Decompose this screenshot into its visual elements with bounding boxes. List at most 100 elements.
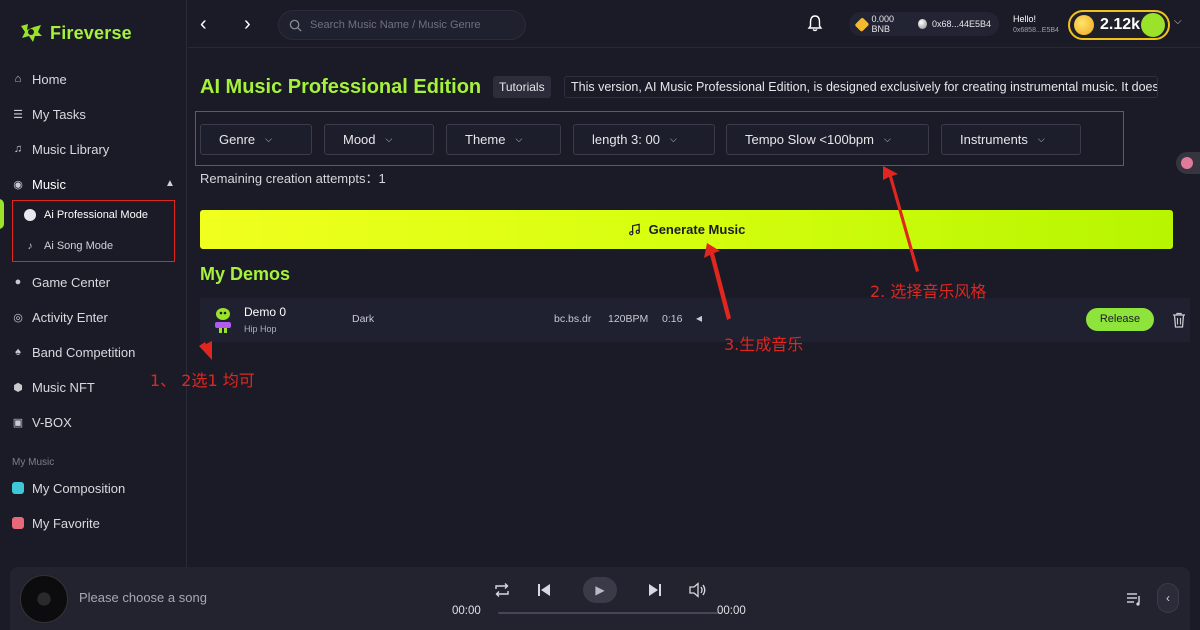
sidebar-item-label: Music Library: [32, 141, 110, 157]
edition-description: This version, AI Music Professional Edit…: [564, 76, 1158, 98]
floating-helper-icon[interactable]: [1176, 152, 1200, 174]
coin-value: 2.12k: [1100, 16, 1141, 33]
bnb-balance: 0.000 BNB: [871, 14, 895, 34]
coin-icon: [1074, 15, 1094, 35]
bnb-icon: [854, 16, 870, 32]
chevron-down-icon[interactable]: ⌵: [1174, 16, 1182, 27]
annotation-step-1: 1、 2选1 均可: [150, 371, 255, 390]
trash-icon[interactable]: [1172, 312, 1186, 328]
coin-balance[interactable]: 2.12k: [1068, 10, 1170, 40]
demo-tag: bc.bs.dr: [554, 313, 592, 325]
back-arrow-icon[interactable]: ‹: [200, 14, 207, 34]
annotation-step-2: 2. 选择音乐风格: [870, 282, 987, 301]
home-icon: ⌂: [14, 73, 22, 85]
sidebar-item-label: V-BOX: [32, 414, 72, 430]
globe-icon: ◎: [13, 311, 23, 324]
active-indicator: [0, 199, 4, 229]
topbar: ‹ › 0.000 BNB 0x68...44E5B4 Hello! 0x685…: [188, 0, 1200, 48]
wallet-pill[interactable]: 0.000 BNB 0x68...44E5B4: [849, 12, 999, 36]
trophy-icon: ♠: [15, 346, 21, 358]
sidebar-item-music[interactable]: ◉ Music: [12, 172, 66, 196]
volume-icon[interactable]: [689, 582, 707, 598]
annotation-box-filters: [195, 111, 1124, 166]
player-placeholder: Please choose a song: [79, 590, 207, 605]
playlist-icon[interactable]: [1126, 591, 1142, 607]
user-address: 0x6858...E5B4: [1013, 27, 1059, 34]
demo-duration: 0:16: [662, 313, 683, 325]
logo[interactable]: Fireverse: [18, 22, 132, 44]
sidebar: Fireverse ⌂ Home ☰ My Tasks ♫ Music Libr…: [0, 0, 187, 630]
sidebar-item-label: Game Center: [32, 274, 111, 290]
fireverse-logo-icon: [21, 24, 42, 42]
demo-genre: Hip Hop: [244, 324, 277, 334]
collapse-button[interactable]: ‹: [1157, 583, 1179, 613]
sidebar-item-my-tasks[interactable]: ☰ My Tasks: [12, 102, 86, 126]
wallet-address: 0x68...44E5B4: [931, 19, 991, 29]
release-button[interactable]: Release: [1086, 308, 1154, 331]
progress-track[interactable]: [498, 612, 722, 614]
sidebar-item-label: My Tasks: [32, 106, 86, 122]
demo-mood: Dark: [352, 313, 375, 325]
music-disc-icon: ◉: [13, 178, 23, 191]
previous-icon[interactable]: [537, 583, 551, 597]
sidebar-item-my-favorite[interactable]: My Favorite: [12, 511, 100, 535]
play-icon: ▶: [595, 583, 605, 597]
tasks-icon: ☰: [13, 108, 23, 121]
vinyl-disc-icon: [20, 575, 68, 623]
tutorials-button[interactable]: Tutorials: [493, 76, 551, 98]
demo-bpm: 120BPM: [608, 313, 649, 325]
sidebar-item-label: Music NFT: [32, 379, 95, 395]
sidebar-item-band-competition[interactable]: ♠ Band Competition: [12, 340, 135, 364]
wallet-avatar-icon: [918, 19, 927, 29]
greeting-text: Hello!: [1013, 14, 1037, 24]
generate-music-label: Generate Music: [648, 222, 746, 237]
user-greeting: Hello! 0x6858...E5B4: [1013, 13, 1059, 37]
chevron-up-icon[interactable]: ▲: [165, 178, 175, 189]
sidebar-item-label: Band Competition: [32, 344, 136, 360]
sidebar-item-game-center[interactable]: ● Game Center: [12, 270, 110, 294]
section-label-my-music: My Music: [12, 457, 55, 468]
play-small-icon[interactable]: ◂: [696, 311, 702, 325]
bell-icon[interactable]: [807, 14, 823, 32]
table-row[interactable]: Demo 0 Hip Hop Dark bc.bs.dr 120BPM 0:16…: [200, 298, 1190, 342]
repeat-icon[interactable]: [493, 582, 511, 598]
gamepad-icon: ●: [14, 276, 22, 288]
search-icon: [289, 19, 302, 32]
box-icon: ▣: [12, 416, 24, 429]
total-time: 00:00: [717, 605, 746, 617]
next-icon[interactable]: [648, 583, 662, 597]
heart-icon: [12, 517, 24, 529]
brand-name: Fireverse: [50, 22, 132, 43]
chevron-left-icon: ‹: [1166, 591, 1170, 605]
sidebar-item-my-composition[interactable]: My Composition: [12, 476, 125, 500]
music-note-icon: [628, 223, 640, 236]
demo-name: Demo 0: [244, 305, 287, 319]
sidebar-item-label: Music: [32, 176, 66, 192]
demos-title: My Demos: [200, 264, 291, 284]
music-note-icon: ♫: [13, 143, 23, 155]
avatar[interactable]: [1141, 13, 1165, 37]
search-bar[interactable]: [278, 10, 526, 40]
annotation-step-3: 3.生成音乐: [724, 335, 804, 354]
sidebar-item-home[interactable]: ⌂ Home: [12, 67, 67, 91]
remaining-attempts: Remaining creation attempts：1: [200, 171, 386, 186]
demo-cover-icon: [215, 308, 231, 333]
sidebar-item-label: My Favorite: [32, 515, 100, 531]
sidebar-item-label: My Composition: [32, 480, 126, 496]
sidebar-item-v-box[interactable]: ▣ V-BOX: [12, 410, 72, 434]
composition-icon: [12, 482, 24, 494]
sidebar-item-label: Activity Enter: [32, 309, 108, 325]
generate-music-button[interactable]: Generate Music: [200, 210, 1173, 249]
music-player: Please choose a song ▶ 00:00 00:00 ‹: [10, 567, 1190, 630]
sidebar-item-label: Home: [32, 71, 67, 87]
forward-arrow-icon[interactable]: ›: [244, 14, 251, 34]
play-button[interactable]: ▶: [583, 577, 617, 603]
search-input[interactable]: [310, 19, 510, 31]
sidebar-item-music-nft[interactable]: ⬢ Music NFT: [12, 375, 95, 399]
sidebar-item-activity-enter[interactable]: ◎ Activity Enter: [12, 305, 108, 329]
cube-icon: ⬢: [13, 381, 23, 394]
current-time: 00:00: [452, 605, 481, 617]
page-title: AI Music Professional Edition: [200, 76, 482, 98]
sidebar-item-music-library[interactable]: ♫ Music Library: [12, 137, 109, 161]
annotation-box-sidebar: [12, 200, 175, 262]
